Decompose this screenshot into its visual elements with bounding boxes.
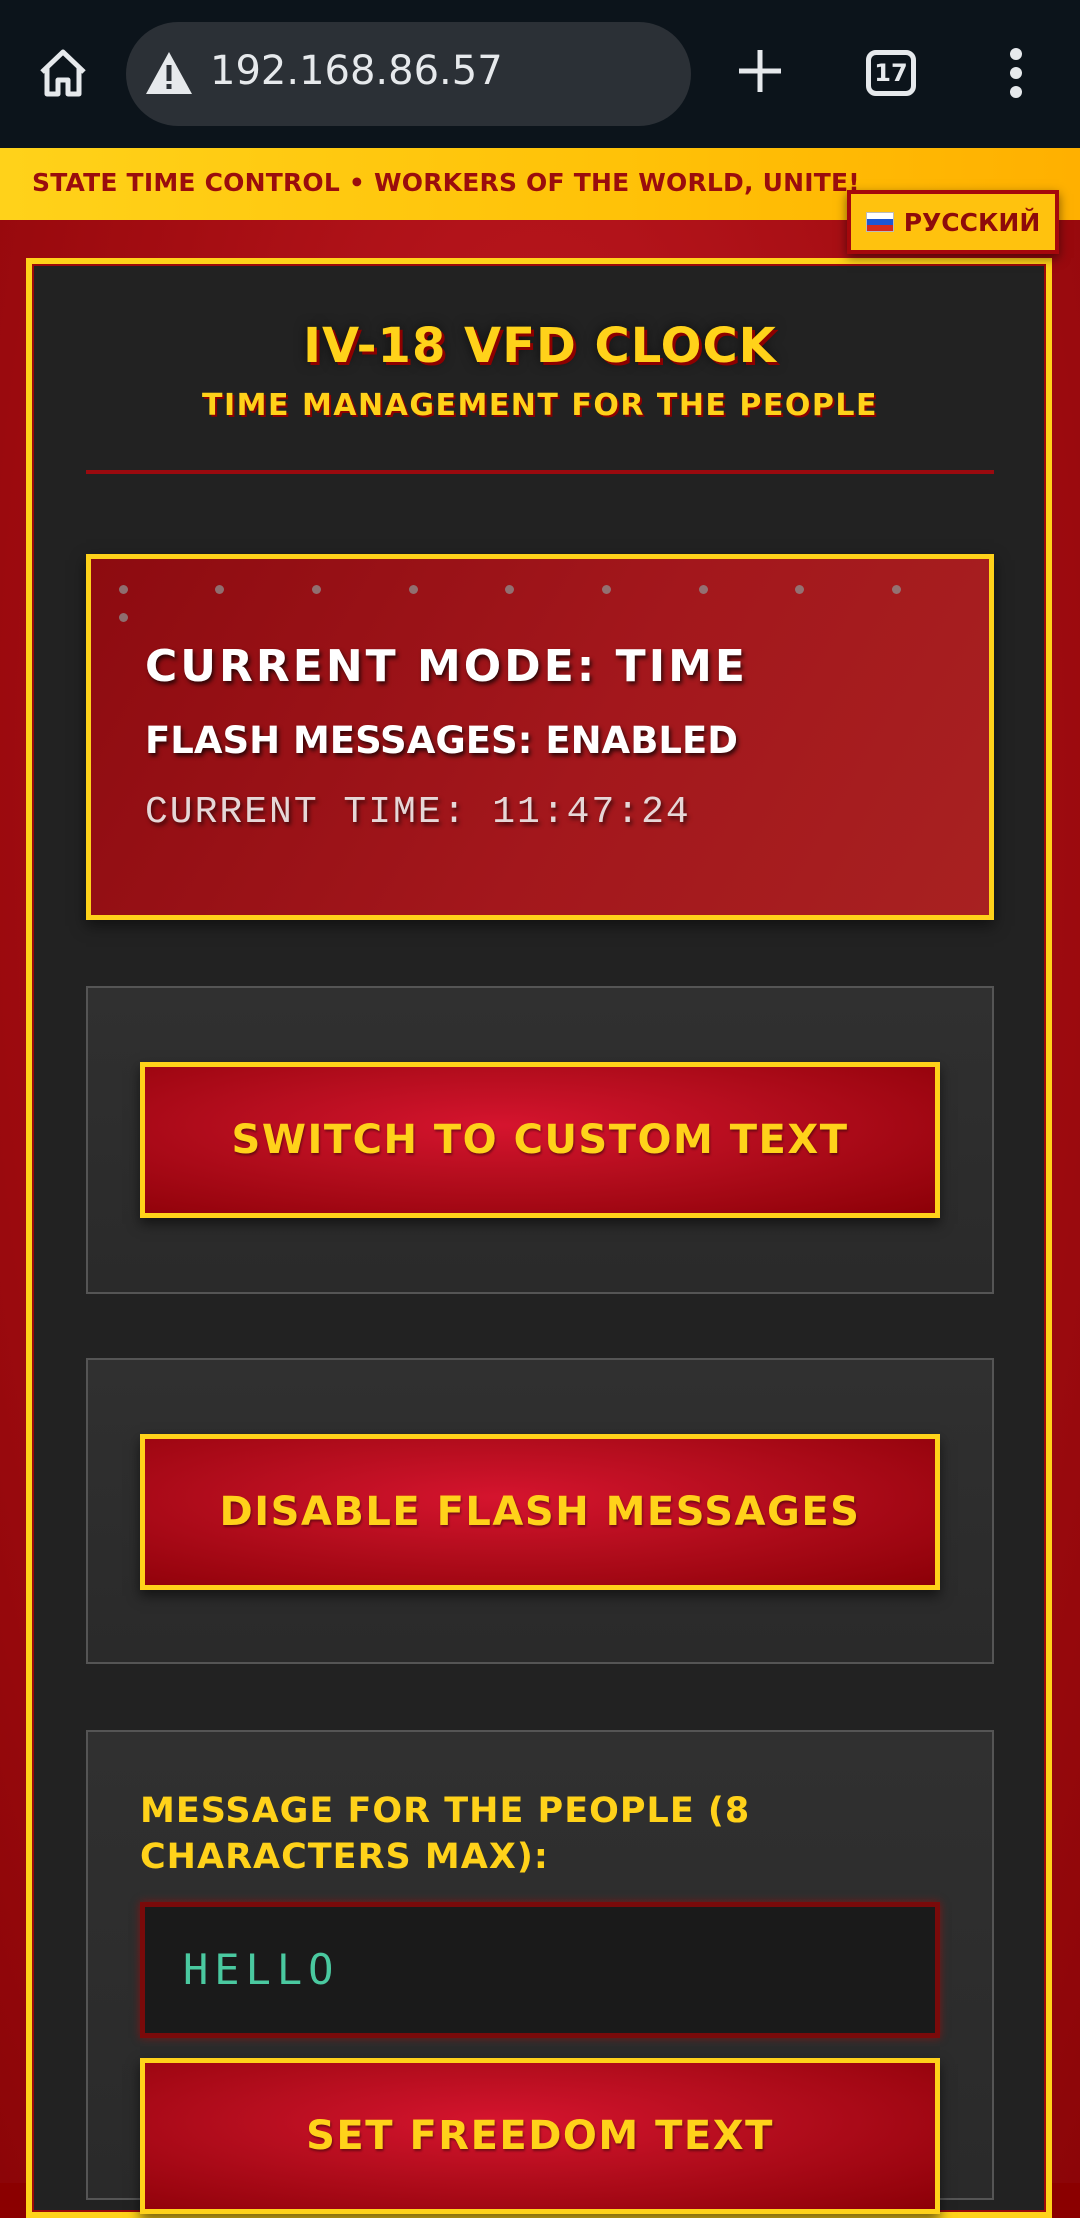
toggle-flash-button[interactable]: DISABLE FLASH MESSAGES	[140, 1434, 940, 1590]
url-text[interactable]: 192.168.86.57	[210, 48, 503, 94]
status-card: CURRENT MODE: TIME FLASH MESSAGES: ENABL…	[86, 554, 994, 920]
flash-status-text: FLASH MESSAGES: ENABLED	[145, 719, 738, 762]
new-tab-icon[interactable]	[735, 46, 785, 96]
flash-control-box: DISABLE FLASH MESSAGES	[86, 1358, 994, 1664]
switch-mode-button[interactable]: SWITCH TO CUSTOM TEXT	[140, 1062, 940, 1218]
tab-count-button[interactable]: 17	[866, 50, 916, 96]
language-toggle-button[interactable]: РУССКИЙ	[847, 190, 1059, 254]
message-input[interactable]: HELLO	[140, 1902, 940, 2038]
russian-flag-icon	[865, 212, 894, 232]
message-field-label: MESSAGE FOR THE PEOPLE (8 CHARACTERS MAX…	[140, 1791, 751, 1877]
more-options-icon[interactable]	[1006, 48, 1026, 102]
mode-control-box: SWITCH TO CUSTOM TEXT	[86, 986, 994, 1294]
language-button-label: РУССКИЙ	[903, 207, 1041, 237]
custom-text-box: MESSAGE FOR THE PEOPLE (8 CHARACTERS MAX…	[86, 1730, 994, 2214]
header-divider	[86, 470, 994, 474]
browser-toolbar: 192.168.86.57 17	[0, 0, 1080, 148]
page-subtitle: TIME MANAGEMENT FOR THE PEOPLE	[202, 388, 878, 423]
home-icon[interactable]	[36, 46, 90, 100]
current-time-text: CURRENT TIME: 11:47:24	[145, 791, 691, 834]
set-text-button[interactable]: SET FREEDOM TEXT	[140, 2058, 940, 2214]
current-mode-text: CURRENT MODE: TIME	[145, 641, 748, 692]
warning-icon[interactable]	[144, 50, 194, 96]
address-bar[interactable]: 192.168.86.57	[126, 22, 691, 126]
page-title: IV-18 VFD CLOCK	[303, 318, 777, 374]
banner-slogan: STATE TIME CONTROL • WORKERS OF THE WORL…	[32, 168, 860, 197]
